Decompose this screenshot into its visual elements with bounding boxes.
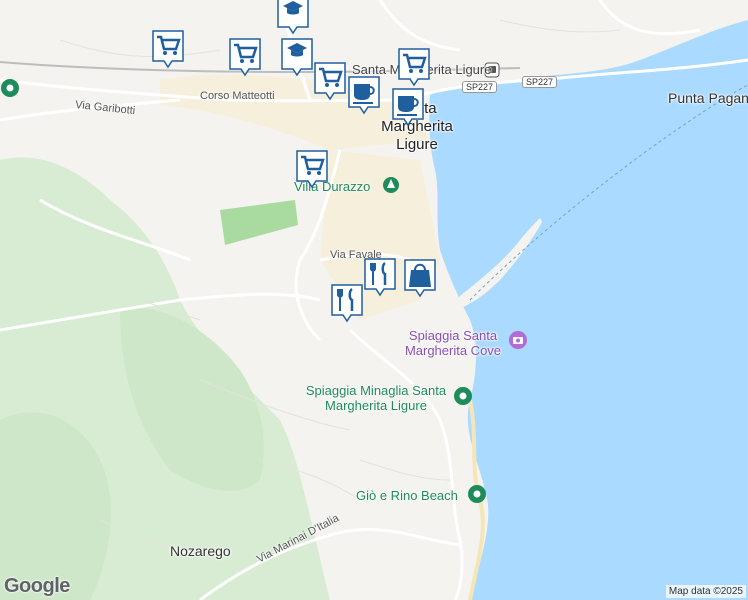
cafe-marker-icon[interactable] bbox=[347, 75, 381, 115]
google-logo: Google bbox=[4, 575, 70, 597]
shopping-cart-marker-icon[interactable] bbox=[313, 61, 347, 101]
cafe-marker-icon[interactable] bbox=[391, 87, 425, 127]
camera-poi-icon bbox=[509, 331, 527, 349]
beach-poi-icon bbox=[383, 177, 399, 193]
shopping-bag-marker-icon[interactable] bbox=[403, 258, 437, 298]
beach-poi-icon bbox=[468, 485, 486, 503]
place-label-punta-pagana: Punta Pagana bbox=[668, 90, 748, 106]
road-shield-sp227: SP227 bbox=[522, 76, 558, 88]
shopping-cart-marker-icon[interactable] bbox=[228, 37, 262, 77]
place-label-nozarego: Nozarego bbox=[170, 543, 231, 559]
shopping-cart-marker-icon[interactable] bbox=[295, 149, 329, 189]
road-label-corso-matteotti: Corso Matteotti bbox=[200, 90, 275, 102]
shopping-cart-marker-icon[interactable] bbox=[151, 29, 185, 69]
beach-poi-icon bbox=[454, 387, 472, 405]
poi-label-spiaggia-santa-margherita-cove: Spiaggia Santa Margherita Cove bbox=[404, 328, 502, 358]
poi-label-spiaggia-minaglia: Spiaggia Minaglia Santa Margherita Ligur… bbox=[305, 383, 447, 413]
education-marker-icon[interactable] bbox=[280, 37, 314, 77]
restaurant-marker-icon[interactable] bbox=[363, 257, 397, 297]
map-attribution[interactable]: Map data ©2025 bbox=[665, 585, 746, 598]
education-marker-icon[interactable] bbox=[276, 0, 310, 35]
road-shield-sp227: SP227 bbox=[462, 81, 498, 93]
poi-label-gio-rino-beach: Giò e Rino Beach bbox=[356, 488, 458, 503]
park-poi-icon bbox=[1, 79, 19, 97]
shopping-cart-marker-icon[interactable] bbox=[397, 47, 431, 87]
restaurant-marker-icon[interactable] bbox=[330, 283, 364, 323]
